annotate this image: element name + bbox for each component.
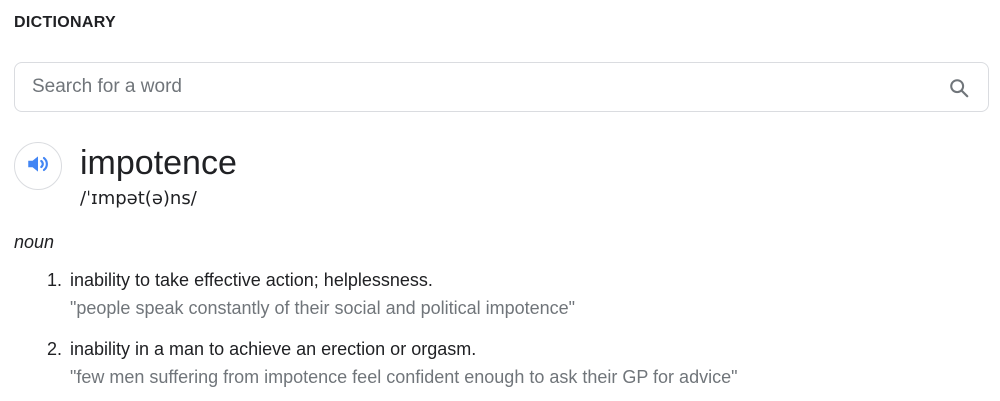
speaker-icon: [25, 151, 51, 182]
search-icon[interactable]: [948, 77, 970, 99]
sense-number: 2.: [46, 339, 62, 359]
phonetic-spelling: /ˈɪmpət(ə)ns/: [80, 188, 197, 209]
pronunciation-button[interactable]: [14, 142, 62, 190]
search-box[interactable]: [14, 62, 989, 112]
part-of-speech: noun: [14, 232, 55, 252]
search-input[interactable]: [32, 63, 932, 111]
sense-definition: inability in a man to achieve an erectio…: [70, 339, 477, 359]
section-title: DICTIONARY: [14, 14, 116, 31]
sense-number: 1.: [46, 270, 62, 290]
headword: impotence: [80, 144, 237, 182]
sense-example: "people speak constantly of their social…: [70, 298, 576, 318]
sense-definition: inability to take effective action; help…: [70, 270, 433, 290]
sense-example: "few men suffering from impotence feel c…: [70, 367, 738, 387]
